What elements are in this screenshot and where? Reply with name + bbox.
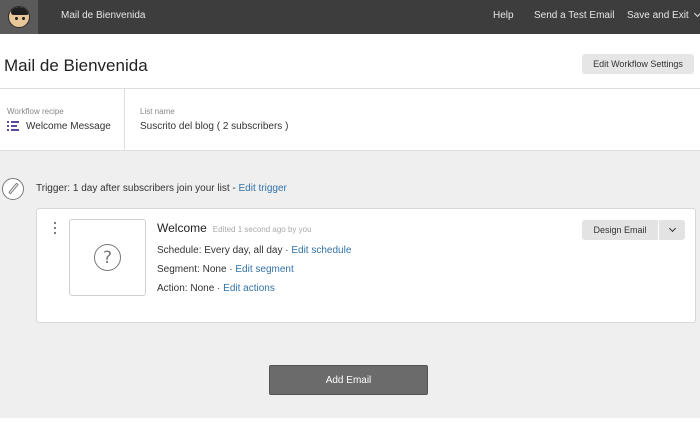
mailchimp-logo[interactable] bbox=[0, 0, 38, 34]
action-row: Action: None · Edit actions bbox=[157, 283, 275, 294]
design-email-button[interactable]: Design Email bbox=[582, 220, 658, 240]
kebab-menu-icon[interactable] bbox=[53, 221, 57, 237]
schedule-label: Schedule: bbox=[157, 245, 202, 256]
top-bar: Mail de Bienvenida Help Send a Test Emai… bbox=[0, 0, 700, 34]
divider bbox=[124, 89, 125, 150]
edit-schedule-link[interactable]: Edit schedule bbox=[291, 245, 351, 256]
add-email-button[interactable]: Add Email bbox=[269, 365, 428, 395]
action-value: None · bbox=[190, 283, 221, 294]
workflow-name: Mail de Bienvenida bbox=[61, 10, 146, 21]
chevron-down-icon bbox=[668, 224, 676, 232]
segment-row: Segment: None · Edit segment bbox=[157, 264, 294, 275]
workflow-recipe-value: Welcome Message bbox=[26, 121, 111, 132]
list-icon bbox=[7, 121, 19, 131]
list-name-label: List name bbox=[140, 107, 175, 116]
chevron-down-icon bbox=[693, 9, 700, 18]
design-email-dropdown[interactable] bbox=[659, 220, 685, 240]
schedule-row: Schedule: Every day, all day · Edit sche… bbox=[157, 245, 351, 256]
edit-workflow-settings-button[interactable]: Edit Workflow Settings bbox=[582, 54, 694, 74]
pencil-icon bbox=[2, 178, 24, 200]
monkey-icon bbox=[8, 6, 30, 28]
action-label: Action: bbox=[157, 283, 188, 294]
save-and-exit-label: Save and Exit bbox=[627, 10, 689, 21]
trigger-text: 1 day after subscribers join your list - bbox=[72, 183, 236, 194]
email-card: ? Welcome Edited 1 second ago by you Sche… bbox=[36, 208, 696, 323]
schedule-value: Every day, all day · bbox=[204, 245, 289, 256]
save-and-exit-menu[interactable]: Save and Exit bbox=[627, 9, 700, 21]
edit-trigger-link[interactable]: Edit trigger bbox=[239, 183, 287, 194]
question-mark-icon: ? bbox=[94, 244, 121, 271]
list-name-value: Suscrito del blog ( 2 subscribers ) bbox=[140, 121, 289, 132]
send-test-email-link[interactable]: Send a Test Email bbox=[534, 10, 614, 21]
segment-label: Segment: bbox=[157, 264, 200, 275]
workflow-recipe-label: Workflow recipe bbox=[7, 107, 64, 116]
edit-segment-link[interactable]: Edit segment bbox=[235, 264, 293, 275]
email-thumbnail[interactable]: ? bbox=[69, 219, 146, 296]
email-title-row: Welcome Edited 1 second ago by you bbox=[157, 221, 312, 235]
segment-value: None · bbox=[202, 264, 233, 275]
trigger-label: Trigger: bbox=[36, 183, 71, 194]
email-name: Welcome bbox=[157, 221, 207, 235]
help-link[interactable]: Help bbox=[493, 10, 514, 21]
divider bbox=[0, 88, 700, 89]
page-title: Mail de Bienvenida bbox=[4, 56, 148, 75]
edited-timestamp: Edited 1 second ago by you bbox=[212, 225, 312, 234]
trigger-line: Trigger: 1 day after subscribers join yo… bbox=[36, 183, 287, 194]
edit-actions-link[interactable]: Edit actions bbox=[223, 283, 275, 294]
